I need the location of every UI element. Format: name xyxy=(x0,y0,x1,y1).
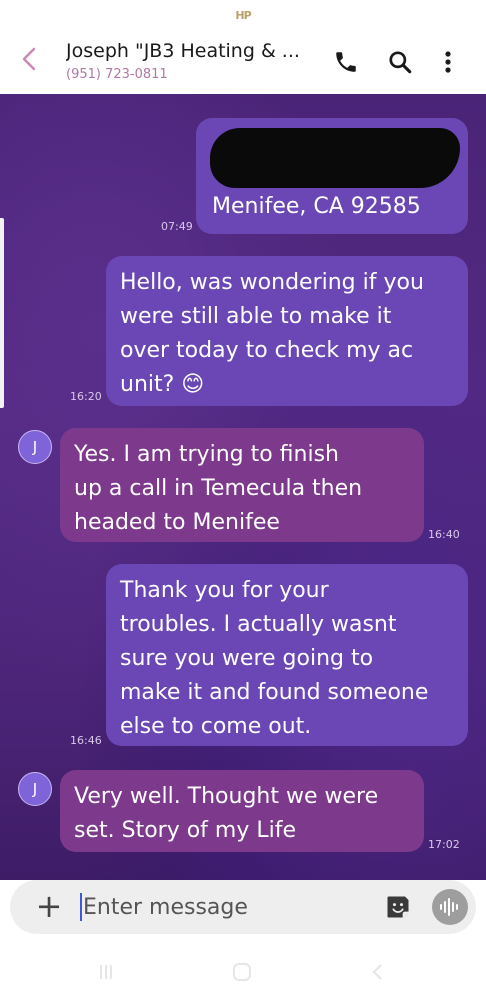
message-text: Hello, was wondering if you xyxy=(120,270,424,295)
conversation-header: Joseph "JB3 Heating & ... (951) 723-0811 xyxy=(0,30,486,94)
message-timestamp: 16:46 xyxy=(70,734,102,747)
voice-icon xyxy=(440,898,458,916)
back-nav-icon xyxy=(372,964,382,980)
home-icon xyxy=(233,963,251,981)
messages-screen: HP Joseph "JB3 Heating & ... (951) 723-0… xyxy=(0,0,486,1000)
message-text: Yes. I am trying to finish xyxy=(74,442,339,467)
message-text: were still able to make it xyxy=(120,304,392,329)
recents-button[interactable] xyxy=(94,960,118,984)
compose-area: + xyxy=(0,880,486,940)
back-nav-button[interactable] xyxy=(366,960,390,984)
message-text: up a call in Temecula then xyxy=(74,476,363,501)
message-text: set. Story of my Life xyxy=(74,818,297,843)
message-text: sure you were going to xyxy=(120,646,374,671)
search-button[interactable] xyxy=(386,48,414,76)
redacted-text xyxy=(210,128,460,188)
contact-phone-number: (951) 723-0811 xyxy=(66,67,168,82)
message-text: Thank you for your xyxy=(120,578,329,603)
contact-avatar[interactable]: J xyxy=(18,430,52,464)
back-button[interactable] xyxy=(14,44,44,78)
message-text: headed to Menifee xyxy=(74,510,280,535)
home-button[interactable] xyxy=(230,960,254,984)
sticker-button[interactable] xyxy=(384,893,412,921)
edge-panel-handle[interactable] xyxy=(0,218,4,408)
call-button[interactable] xyxy=(332,48,360,76)
message-text: Menifee, CA 92585 xyxy=(212,194,421,219)
more-vert-icon xyxy=(445,51,451,73)
navigation-bar xyxy=(0,940,486,1000)
contact-avatar[interactable]: J xyxy=(18,772,52,806)
message-text: unit? 😊 xyxy=(120,372,205,397)
back-icon xyxy=(22,47,36,71)
search-icon xyxy=(389,51,412,74)
text-cursor xyxy=(80,893,82,921)
message-bubble-sent[interactable]: Thank you for your troubles. I actually … xyxy=(106,564,468,746)
message-bubble-received[interactable]: Very well. Thought we were set. Story of… xyxy=(60,770,424,852)
attach-button[interactable]: + xyxy=(32,890,66,924)
more-options-button[interactable] xyxy=(434,48,462,76)
status-bar: HP xyxy=(0,0,486,30)
voice-message-button[interactable] xyxy=(432,889,468,925)
sticker-icon xyxy=(387,896,409,918)
message-text: troubles. I actually wasnt xyxy=(120,612,397,637)
compose-bar: + xyxy=(10,880,476,934)
phone-icon xyxy=(336,52,356,72)
message-bubble-sent[interactable]: Menifee, CA 92585 xyxy=(196,118,468,234)
message-text: else to come out. xyxy=(120,714,312,739)
message-bubble-received[interactable]: Yes. I am trying to finish up a call in … xyxy=(60,428,424,542)
message-text: over today to check my ac xyxy=(120,338,414,363)
hp-icon: HP xyxy=(235,8,251,22)
message-input[interactable] xyxy=(83,890,373,924)
message-timestamp: 16:20 xyxy=(70,390,102,403)
message-timestamp: 16:40 xyxy=(428,528,460,541)
contact-name[interactable]: Joseph "JB3 Heating & ... xyxy=(66,40,316,62)
message-list[interactable]: Menifee, CA 92585 07:49 Hello, was wonde… xyxy=(0,94,486,880)
message-text: make it and found someone xyxy=(120,680,429,705)
message-bubble-sent[interactable]: Hello, was wondering if you were still a… xyxy=(106,256,468,406)
recents-icon xyxy=(100,965,112,979)
message-text: Very well. Thought we were xyxy=(74,784,379,809)
message-timestamp: 17:02 xyxy=(428,838,460,851)
message-timestamp: 07:49 xyxy=(161,220,193,233)
